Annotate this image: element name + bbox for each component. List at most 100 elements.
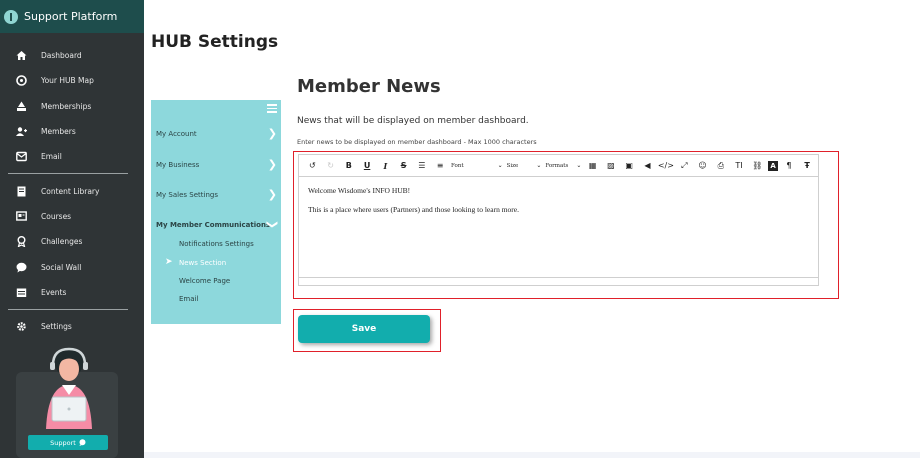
bold-icon[interactable]: B [342, 158, 357, 174]
page-title: HUB Settings [151, 32, 279, 52]
editor-line: Welcome Wisdome's INFO HUB! [308, 186, 411, 195]
support-label: Support [50, 438, 76, 447]
chat-icon [79, 439, 86, 446]
sidebar-item-label: Social Wall [41, 262, 82, 272]
image-icon[interactable]: ▨ [604, 158, 619, 174]
sidebar-item-label: Courses [41, 211, 72, 221]
settings-item-label: My Member Communications [156, 221, 271, 229]
social-icon [16, 262, 27, 273]
chevron-right-icon: ❯ [267, 158, 277, 171]
members-icon [16, 126, 27, 137]
editor-line: This is a place where users (Partners) a… [308, 205, 519, 214]
print-icon[interactable]: ⎙ [713, 158, 728, 174]
audio-icon[interactable]: ◀ [640, 158, 655, 174]
sidebar-item-label: Email [41, 152, 62, 162]
challenges-icon [16, 236, 27, 248]
map-icon [16, 75, 27, 87]
sidebar-divider [8, 173, 128, 175]
brand-header[interactable]: Support Platform [0, 0, 144, 33]
redo-icon[interactable]: ↻ [323, 158, 338, 174]
courses-icon [16, 211, 27, 222]
font-select[interactable]: Font ⌄ [451, 162, 503, 169]
settings-item-label: My Business [156, 161, 200, 169]
formats-select[interactable]: Formats ⌄ [545, 162, 581, 169]
emoji-icon[interactable]: ☺ [695, 158, 710, 174]
paragraph-icon[interactable]: ¶ [782, 158, 797, 174]
sidebar-nav-settings: Settings [0, 314, 144, 339]
footer-strip [144, 452, 920, 458]
settings-item-label: My Account [156, 130, 197, 138]
sub-item-welcome-page[interactable]: Welcome Page [179, 277, 230, 285]
memberships-icon [16, 101, 27, 112]
sidebar-nav-content: Content Library Courses Challenges Socia… [0, 178, 144, 304]
text-size-icon[interactable]: TI [732, 158, 747, 174]
sidebar-item-label: Your HUB Map [41, 76, 94, 86]
sidebar-item-label: Content Library [41, 186, 100, 196]
link-icon[interactable]: ⛓ [750, 158, 765, 174]
sidebar-item-members[interactable]: Members [0, 119, 144, 144]
sidebar-item-memberships[interactable]: Memberships [0, 94, 144, 119]
chevron-down-icon: ⌄ [497, 162, 503, 169]
sub-item-news-section[interactable]: News Section [179, 259, 226, 267]
align-left-icon[interactable]: ≡ [433, 158, 448, 174]
sidebar-item-settings[interactable]: Settings [0, 314, 144, 339]
events-icon [16, 287, 27, 298]
sub-item-notifications-settings[interactable]: Notifications Settings [179, 240, 254, 248]
sidebar-item-label: Members [41, 127, 76, 137]
support-avatar [46, 347, 92, 429]
support-button[interactable]: Support [28, 435, 108, 450]
settings-menu: My Account ❯ My Business ❯ My Sales Sett… [151, 100, 281, 324]
section-description: News that will be displayed on member da… [297, 116, 529, 126]
arrow-right-icon: ➤ [165, 257, 173, 267]
sidebar-item-challenges[interactable]: Challenges [0, 229, 144, 254]
strikethrough-icon[interactable]: S [396, 158, 411, 174]
numbered-list-icon[interactable]: ☰ [415, 158, 430, 174]
chevron-right-icon: ❯ [267, 127, 277, 140]
hamburger-menu-icon[interactable] [267, 104, 277, 115]
editor-content[interactable]: Welcome Wisdome's INFO HUB! This is a pl… [308, 186, 519, 224]
sidebar-item-events[interactable]: Events [0, 280, 144, 305]
sidebar-item-label: Memberships [41, 101, 92, 111]
gear-icon [16, 321, 27, 332]
sidebar-nav: Dashboard Your HUB Map Memberships Membe… [0, 43, 144, 169]
section-title: Member News [297, 76, 441, 97]
chevron-right-icon: ❯ [267, 188, 277, 201]
sidebar-item-label: Events [41, 287, 67, 297]
editor-hint: Enter news to be displayed on member das… [297, 138, 537, 146]
email-icon [16, 151, 27, 162]
sidebar-item-your-hub-map[interactable]: Your HUB Map [0, 68, 144, 93]
sidebar-item-email[interactable]: Email [0, 144, 144, 169]
clear-format-icon[interactable]: Ŧ [800, 158, 815, 174]
sidebar-item-social-wall[interactable]: Social Wall [0, 254, 144, 279]
table-icon[interactable]: ▦ [585, 158, 600, 174]
sidebar-item-courses[interactable]: Courses [0, 204, 144, 229]
sidebar-item-label: Dashboard [41, 51, 82, 61]
save-button[interactable]: Save [298, 315, 430, 343]
sidebar-item-dashboard[interactable]: Dashboard [0, 43, 144, 68]
sidebar: Support Platform Dashboard Your HUB Map … [0, 0, 144, 458]
chevron-down-icon: ❯ [265, 219, 279, 230]
text-color-icon[interactable]: A [768, 160, 778, 171]
sidebar-item-label: Settings [41, 322, 72, 332]
settings-item-label: My Sales Settings [156, 191, 218, 199]
home-icon [16, 50, 27, 61]
chevron-down-icon: ⌄ [536, 162, 542, 169]
chevron-down-icon: ⌄ [576, 162, 582, 169]
sidebar-divider [8, 308, 128, 310]
undo-icon[interactable]: ↺ [305, 158, 320, 174]
underline-icon[interactable]: U [360, 158, 375, 174]
sidebar-item-content-library[interactable]: Content Library [0, 178, 144, 203]
code-icon[interactable]: </> [658, 158, 674, 174]
editor-toolbar: ↺ ↻ B U I S ☰ ≡ Font ⌄ Size ⌄ Formats ⌄ ▦ ▨… [299, 155, 818, 177]
sub-item-email[interactable]: Email [179, 295, 198, 303]
italic-icon[interactable]: I [378, 158, 393, 174]
media-icon[interactable]: ▣ [622, 158, 637, 174]
size-select[interactable]: Size ⌄ [507, 162, 542, 169]
fullscreen-icon[interactable]: ⤢ [677, 158, 692, 174]
rich-text-editor[interactable]: ↺ ↻ B U I S ☰ ≡ Font ⌄ Size ⌄ Formats ⌄ ▦ ▨… [298, 154, 819, 286]
info-logo-icon [4, 9, 18, 24]
app-title: Support Platform [24, 10, 118, 23]
library-icon [16, 186, 27, 197]
editor-statusbar [299, 277, 818, 285]
sidebar-item-label: Challenges [41, 237, 83, 247]
